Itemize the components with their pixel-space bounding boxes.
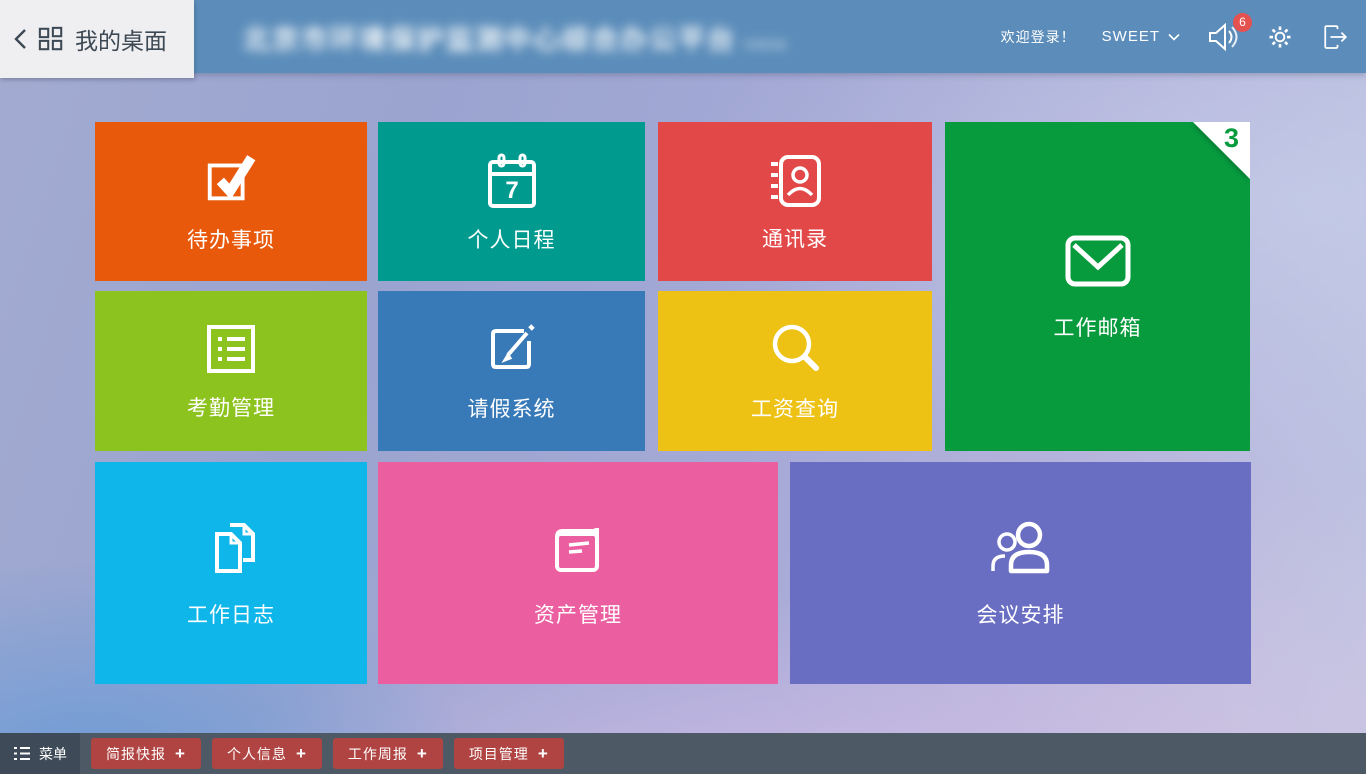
tile-label: 考勤管理 <box>187 392 275 422</box>
contacts-icon <box>764 151 826 211</box>
mail-badge: 3 <box>1224 125 1239 152</box>
app-version: V2016 <box>744 37 787 52</box>
menu-label: 菜单 <box>39 744 67 764</box>
tile-label: 工资查询 <box>751 393 839 423</box>
back-chevron-icon <box>14 28 27 50</box>
grid-icon <box>38 26 64 52</box>
tile-label: 会议安排 <box>977 599 1065 629</box>
tile-mail[interactable]: 3 工作邮箱 <box>945 122 1250 451</box>
tile-attendance[interactable]: 考勤管理 <box>95 291 367 451</box>
chevron-down-icon <box>1168 33 1180 41</box>
tile-contacts[interactable]: 通讯录 <box>658 122 932 281</box>
taskbar-button-briefing[interactable]: 简报快报 + <box>91 738 201 769</box>
logout-button[interactable] <box>1320 23 1348 51</box>
tile-meeting[interactable]: 会议安排 <box>790 462 1251 684</box>
taskbar-button-label: 简报快报 <box>106 744 166 764</box>
menu-list-icon <box>13 746 31 761</box>
taskbar-button-weekly-report[interactable]: 工作周报 + <box>333 738 443 769</box>
tile-worklog[interactable]: 工作日志 <box>95 462 367 684</box>
taskbar-button-project-management[interactable]: 项目管理 + <box>454 738 564 769</box>
calendar-day: 7 <box>505 177 518 204</box>
taskbar-button-label: 项目管理 <box>469 744 529 764</box>
people-icon <box>985 517 1057 579</box>
menu-button[interactable]: 菜单 <box>0 733 80 774</box>
documents-icon <box>200 517 262 579</box>
tile-leave[interactable]: 请假系统 <box>378 291 645 451</box>
welcome-text: 欢迎登录！ <box>1001 27 1076 47</box>
ledger-icon <box>547 517 609 579</box>
username: SWEET <box>1102 28 1160 45</box>
tile-assets[interactable]: 资产管理 <box>378 462 778 684</box>
calendar-icon: 7 <box>482 150 542 212</box>
taskbar-button-personal-info[interactable]: 个人信息 + <box>212 738 322 769</box>
todo-check-icon <box>200 150 262 208</box>
plus-icon: + <box>175 745 186 762</box>
tile-todo[interactable]: 待办事项 <box>95 122 367 281</box>
settings-button[interactable] <box>1266 23 1294 51</box>
workspace-switcher[interactable]: 我的桌面 <box>0 0 194 78</box>
attendance-list-icon <box>202 320 260 378</box>
app-title-text: 北京市环境保护监测中心综合办公平台 <box>243 25 736 55</box>
logout-icon <box>1320 23 1348 51</box>
mail-icon <box>1064 232 1132 288</box>
tile-label: 通讯录 <box>762 223 828 253</box>
tile-label: 工作邮箱 <box>1054 312 1142 342</box>
notifications-button[interactable]: 6 <box>1206 22 1240 52</box>
tile-salary[interactable]: 工资查询 <box>658 291 932 451</box>
search-icon <box>765 319 825 379</box>
edit-icon <box>482 319 542 379</box>
tile-label: 资产管理 <box>534 599 622 629</box>
top-right-cluster: 欢迎登录！ SWEET 6 <box>1001 0 1348 73</box>
workspace-title: 我的桌面 <box>75 22 167 56</box>
gear-icon <box>1266 23 1294 51</box>
taskbar: 菜单 简报快报 + 个人信息 + 工作周报 + 项目管理 + <box>0 733 1366 774</box>
plus-icon: + <box>296 745 307 762</box>
tile-label: 工作日志 <box>187 599 275 629</box>
plus-icon: + <box>538 745 549 762</box>
notification-badge: 6 <box>1233 13 1252 32</box>
top-bar: 北京市环境保护监测中心综合办公平台 V2016 欢迎登录！ SWEET 6 <box>0 0 1366 73</box>
user-menu[interactable]: SWEET <box>1102 28 1180 45</box>
tile-label: 请假系统 <box>468 393 556 423</box>
taskbar-button-label: 工作周报 <box>348 744 408 764</box>
tile-label: 个人日程 <box>468 224 556 254</box>
taskbar-button-label: 个人信息 <box>227 744 287 764</box>
app-title: 北京市环境保护监测中心综合办公平台 V2016 <box>243 18 787 57</box>
corner-fold <box>1193 122 1250 179</box>
tile-label: 待办事项 <box>187 224 275 254</box>
tile-schedule[interactable]: 7 个人日程 <box>378 122 645 281</box>
plus-icon: + <box>417 745 428 762</box>
